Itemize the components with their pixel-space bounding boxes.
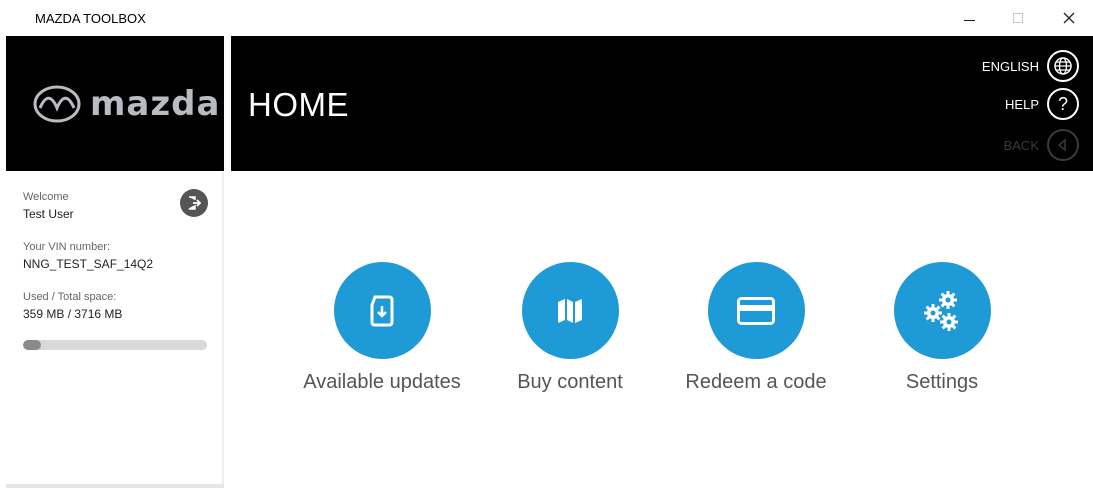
title-bar: MAZDA TOOLBOX bbox=[0, 0, 1093, 35]
page-title: HOME bbox=[248, 86, 349, 123]
mazda-emblem-icon bbox=[33, 85, 81, 123]
settings-button[interactable] bbox=[893, 262, 991, 359]
buy-content-button[interactable] bbox=[521, 262, 619, 359]
welcome-label: Welcome bbox=[23, 191, 69, 203]
settings-label: Settings bbox=[905, 371, 979, 393]
space-label: Used / Total space: bbox=[23, 291, 117, 303]
redeem-code-tile[interactable]: Redeem a code bbox=[661, 262, 851, 394]
globe-icon bbox=[1047, 50, 1079, 82]
language-label: ENGLISH bbox=[981, 58, 1039, 74]
map-icon bbox=[558, 298, 582, 323]
available-updates-tile[interactable]: Available updates bbox=[287, 262, 477, 394]
sidebar-bottom-divider bbox=[6, 484, 224, 488]
gears-icon bbox=[924, 290, 958, 331]
buy-content-label: Buy content bbox=[517, 371, 623, 393]
back-arrow-icon bbox=[1047, 129, 1079, 161]
window-title: MAZDA TOOLBOX bbox=[35, 11, 146, 26]
available-updates-label: Available updates bbox=[303, 371, 461, 393]
question-icon: ? bbox=[1047, 88, 1079, 120]
vin-value: NNG_TEST_SAF_14Q2 bbox=[23, 257, 154, 271]
maximize-button[interactable] bbox=[995, 4, 1041, 32]
logout-icon bbox=[188, 196, 202, 210]
mazda-wordmark: mazda bbox=[90, 84, 221, 124]
mazda-logo: mazda bbox=[32, 84, 220, 124]
download-file-icon bbox=[370, 295, 394, 326]
space-progress-bar bbox=[23, 340, 207, 350]
settings-tile[interactable]: Settings bbox=[847, 262, 1037, 394]
card-icon bbox=[737, 296, 775, 325]
space-progress-fill bbox=[23, 340, 41, 350]
maximize-icon bbox=[1013, 13, 1023, 23]
back-button[interactable]: BACK bbox=[1004, 129, 1079, 161]
space-value: 359 MB / 3716 MB bbox=[23, 307, 123, 321]
language-button[interactable]: ENGLISH bbox=[982, 50, 1079, 82]
close-button[interactable] bbox=[1046, 4, 1092, 32]
back-label: BACK bbox=[1003, 137, 1039, 153]
header-bar: HOME ENGLISH HELP ? BACK bbox=[231, 36, 1093, 171]
redeem-code-label: Redeem a code bbox=[685, 371, 827, 393]
logout-button[interactable] bbox=[180, 189, 208, 217]
minimize-icon bbox=[963, 19, 975, 21]
vin-label: Your VIN number: bbox=[23, 241, 111, 253]
minimize-button[interactable] bbox=[946, 4, 992, 32]
help-label: HELP bbox=[1005, 96, 1039, 112]
redeem-code-button[interactable] bbox=[707, 262, 805, 359]
user-sidebar: Welcome Test User Your VIN number: NNG_T… bbox=[6, 172, 224, 488]
close-icon bbox=[1063, 12, 1075, 24]
user-name: Test User bbox=[23, 207, 74, 221]
help-button[interactable]: HELP ? bbox=[1005, 88, 1079, 120]
buy-content-tile[interactable]: Buy content bbox=[475, 262, 665, 394]
logo-panel: mazda bbox=[6, 36, 224, 171]
available-updates-button[interactable] bbox=[333, 262, 431, 359]
